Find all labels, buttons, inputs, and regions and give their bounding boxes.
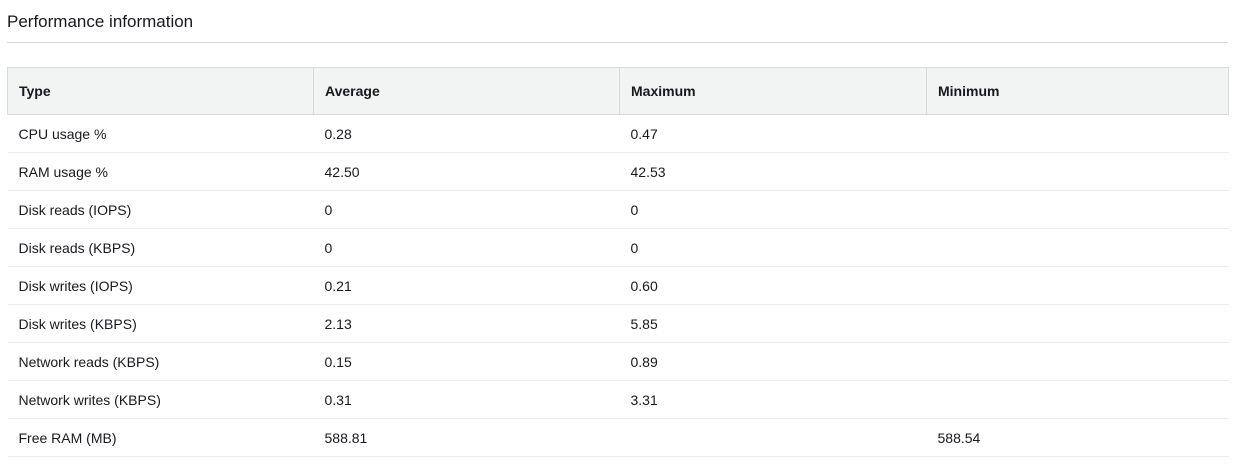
cell-type: Disk reads (KBPS) <box>7 228 314 267</box>
table-row: Disk reads (IOPS) 0 0 <box>7 190 1229 229</box>
column-header-maximum: Maximum <box>619 67 927 115</box>
cell-maximum: 0 <box>619 190 927 229</box>
column-header-type: Type <box>7 67 314 115</box>
cell-maximum: 5.85 <box>619 304 927 343</box>
cell-minimum <box>926 304 1229 343</box>
table-row: RAM usage % 42.50 42.53 <box>7 152 1229 191</box>
cell-type: Disk reads (IOPS) <box>7 190 314 229</box>
column-header-average: Average <box>313 67 620 115</box>
cell-average: 588.81 <box>313 418 620 457</box>
cell-minimum <box>926 266 1229 305</box>
cell-type: Disk writes (IOPS) <box>7 266 314 305</box>
cell-minimum <box>926 342 1229 381</box>
cell-average: 0 <box>313 190 620 229</box>
cell-minimum <box>926 190 1229 229</box>
table-row: Disk writes (KBPS) 2.13 5.85 <box>7 304 1229 343</box>
table-row: Disk writes (IOPS) 0.21 0.60 <box>7 266 1229 305</box>
cell-type: Network reads (KBPS) <box>7 342 314 381</box>
title-divider <box>7 42 1228 43</box>
section-title: Performance information <box>7 12 194 31</box>
table-header-row: Type Average Maximum Minimum <box>7 67 1229 115</box>
cell-maximum: 42.53 <box>619 152 927 191</box>
cell-maximum: 0.60 <box>619 266 927 305</box>
cell-type: Disk writes (KBPS) <box>7 304 314 343</box>
cell-minimum <box>926 114 1229 153</box>
performance-table-container: Type Average Maximum Minimum CPU usage %… <box>7 67 1229 457</box>
cell-maximum: 0.89 <box>619 342 927 381</box>
table-row: CPU usage % 0.28 0.47 <box>7 114 1229 153</box>
cell-type: Free RAM (MB) <box>7 418 314 457</box>
cell-average: 0 <box>313 228 620 267</box>
cell-average: 2.13 <box>313 304 620 343</box>
cell-type: RAM usage % <box>7 152 314 191</box>
cell-maximum: 3.31 <box>619 380 927 419</box>
cell-average: 0.28 <box>313 114 620 153</box>
cell-average: 42.50 <box>313 152 620 191</box>
cell-average: 0.15 <box>313 342 620 381</box>
cell-average: 0.21 <box>313 266 620 305</box>
cell-type: Network writes (KBPS) <box>7 380 314 419</box>
cell-minimum <box>926 228 1229 267</box>
table-row: Network reads (KBPS) 0.15 0.89 <box>7 342 1229 381</box>
performance-information-section: Performance information Type Average Max… <box>0 0 1250 476</box>
cell-average: 0.31 <box>313 380 620 419</box>
table-row: Network writes (KBPS) 0.31 3.31 <box>7 380 1229 419</box>
table-row: Free RAM (MB) 588.81 588.54 <box>7 418 1229 457</box>
cell-maximum <box>619 418 927 457</box>
table-row: Disk reads (KBPS) 0 0 <box>7 228 1229 267</box>
performance-table: Type Average Maximum Minimum CPU usage %… <box>7 67 1229 457</box>
column-header-minimum: Minimum <box>926 67 1229 115</box>
cell-maximum: 0 <box>619 228 927 267</box>
cell-minimum: 588.54 <box>926 418 1229 457</box>
cell-maximum: 0.47 <box>619 114 927 153</box>
cell-minimum <box>926 152 1229 191</box>
cell-minimum <box>926 380 1229 419</box>
cell-type: CPU usage % <box>7 114 314 153</box>
